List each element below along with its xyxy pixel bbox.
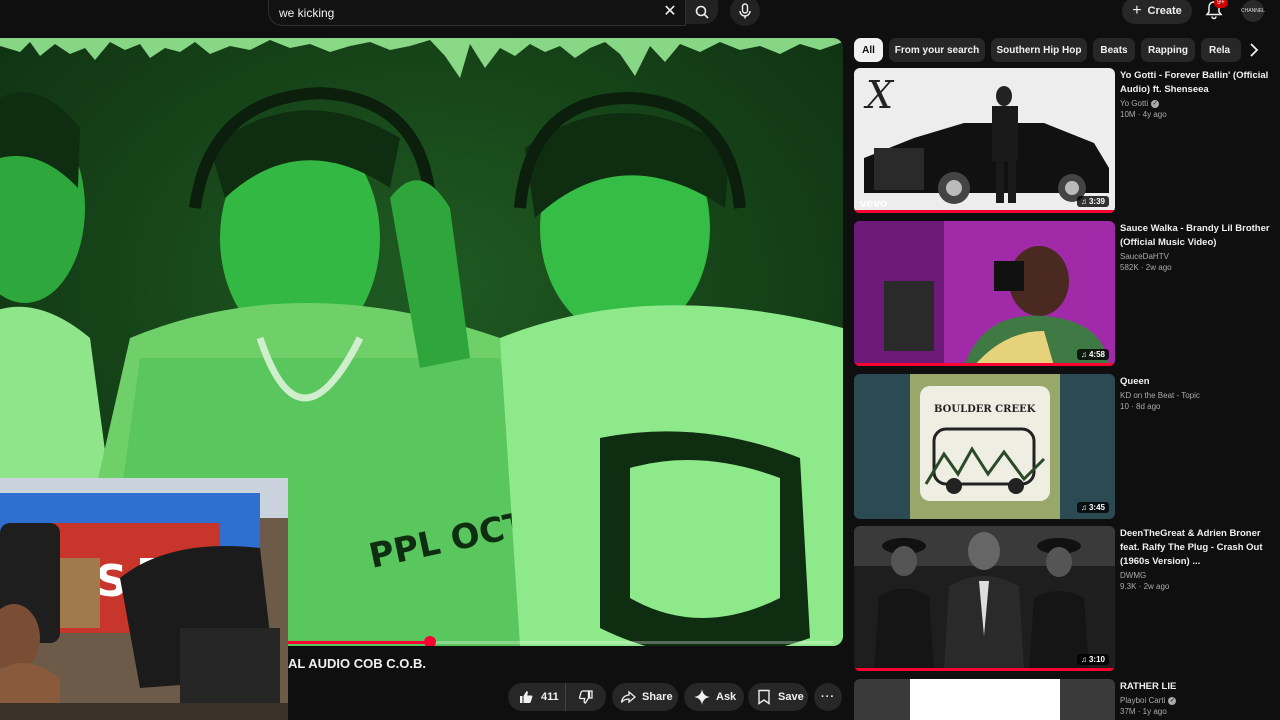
- recommendation-channel[interactable]: SauceDaHTV: [1120, 252, 1272, 261]
- search-icon: [695, 5, 709, 19]
- chevron-right-icon: [1250, 43, 1259, 57]
- search-button[interactable]: [686, 0, 718, 24]
- recommendation-thumbnail[interactable]: X vevo ♫ 3:39: [854, 68, 1115, 213]
- thumbnail-image: [854, 221, 1115, 366]
- save-button[interactable]: Save: [748, 683, 808, 711]
- more-icon: ···: [821, 691, 835, 703]
- thumbnail-image: [854, 526, 1115, 671]
- youtube-watch-page: we kicking ✕ + Create 9+ CHANNEL PPL OCT…: [0, 0, 1280, 720]
- playlist-icon: ♫: [1080, 655, 1087, 664]
- video-duration: ♫ 3:39: [1076, 196, 1109, 207]
- recommendation-meta: 9.3K · 2w ago: [1120, 582, 1170, 591]
- playlist-icon: ♫: [1080, 350, 1087, 359]
- save-label: Save: [778, 691, 804, 703]
- watched-progress-bar: [854, 210, 1115, 213]
- recommendation-thumbnail[interactable]: ♫ 4:58: [854, 221, 1115, 366]
- video-duration: ♫ 4:58: [1076, 349, 1109, 360]
- notification-badge: 9+: [1214, 0, 1228, 8]
- video-title: AL AUDIO COB C.O.B.: [288, 656, 426, 671]
- recommendation-channel[interactable]: DWMG: [1120, 571, 1272, 580]
- dislike-button[interactable]: [566, 683, 606, 711]
- recommendation-info[interactable]: Sauce Walka - Brandy Lil Brother (Offici…: [1120, 222, 1272, 272]
- chip-related[interactable]: Rela: [1201, 38, 1241, 62]
- recommendation-info[interactable]: Yo Gotti - Forever Ballin' (Official Aud…: [1120, 69, 1272, 119]
- thumbs-up-icon: [520, 691, 533, 703]
- video-duration: ♫ 3:45: [1076, 502, 1109, 513]
- recommendation-title[interactable]: Queen: [1120, 375, 1272, 389]
- search-query[interactable]: we kicking: [279, 6, 334, 20]
- webcam-feed: US: [0, 478, 288, 720]
- chip-beats[interactable]: Beats: [1093, 38, 1135, 62]
- like-dislike-group: 411: [508, 683, 606, 711]
- verified-badge-icon: ✓: [1168, 696, 1177, 705]
- playlist-icon: ♫: [1080, 503, 1087, 512]
- sparkle-icon: [694, 689, 710, 705]
- recommendation-meta: 582K · 2w ago: [1120, 263, 1172, 272]
- top-bar: we kicking ✕ + Create 9+ CHANNEL: [0, 0, 1280, 30]
- bookmark-icon: [758, 689, 770, 705]
- more-actions-button[interactable]: ···: [814, 683, 842, 711]
- share-label: Share: [642, 691, 673, 703]
- clear-search-icon[interactable]: ✕: [660, 2, 680, 22]
- avatar-text: CHANNEL: [1241, 7, 1265, 14]
- recommendation-thumbnail[interactable]: ♫ 3:10: [854, 526, 1115, 671]
- account-avatar[interactable]: CHANNEL: [1241, 0, 1265, 22]
- chips-scroll-right-button[interactable]: [1244, 40, 1264, 60]
- recommendation-channel[interactable]: Playboi Carti ✓: [1120, 696, 1272, 705]
- watched-progress-bar: [854, 363, 1115, 366]
- search-input[interactable]: we kicking: [268, 0, 686, 26]
- thumbnail-image: [854, 679, 1115, 720]
- vevo-logo: vevo: [860, 196, 888, 210]
- chip-southern-hip-hop[interactable]: Southern Hip Hop: [991, 38, 1087, 62]
- share-button[interactable]: Share: [612, 683, 678, 711]
- voice-search-button[interactable]: [730, 0, 760, 26]
- recommendation-channel[interactable]: KD on the Beat - Topic: [1120, 391, 1272, 400]
- recommendation-meta: 10M · 4y ago: [1120, 110, 1167, 119]
- ask-label: Ask: [716, 691, 737, 703]
- playlist-icon: ♫: [1080, 197, 1087, 206]
- create-button[interactable]: + Create: [1122, 0, 1192, 24]
- thumbnail-sign-text: BOULDER CREEK: [934, 404, 1036, 415]
- recommendation-thumbnail[interactable]: BOULDER CREEK ♫ 3:45: [854, 374, 1115, 519]
- video-progress-bar[interactable]: [288, 636, 833, 646]
- video-duration: ♫ 3:10: [1076, 654, 1109, 665]
- watched-progress-bar: [854, 668, 1115, 671]
- recommendation-thumbnail[interactable]: [854, 679, 1115, 720]
- thumbnail-image: X: [854, 68, 1115, 213]
- chip-all[interactable]: All: [854, 38, 883, 62]
- progress-scrubber[interactable]: [423, 636, 436, 646]
- streamer-webcam-overlay: US: [0, 478, 288, 720]
- like-count: 411: [541, 691, 559, 703]
- verified-badge-icon: ✓: [1151, 99, 1160, 108]
- recommendation-title[interactable]: Sauce Walka - Brandy Lil Brother (Offici…: [1120, 222, 1272, 250]
- ask-button[interactable]: Ask: [684, 683, 744, 711]
- recommendation-info[interactable]: DeenTheGreat & Adrien Broner feat. Ralfy…: [1120, 527, 1272, 591]
- like-button[interactable]: 411: [508, 683, 566, 711]
- recommendation-channel[interactable]: Yo Gotti ✓: [1120, 99, 1272, 108]
- recommendation-info[interactable]: Queen KD on the Beat - Topic 10 · 8d ago: [1120, 375, 1272, 411]
- recommendation-info[interactable]: RATHER LIE Playboi Carti ✓ 37M · 1y ago: [1120, 680, 1272, 716]
- chip-from-your-search[interactable]: From your search: [889, 38, 985, 62]
- progress-played: [288, 641, 430, 644]
- plus-icon: +: [1132, 2, 1142, 19]
- recommendation-title[interactable]: Yo Gotti - Forever Ballin' (Official Aud…: [1120, 69, 1272, 97]
- microphone-icon: [739, 3, 751, 19]
- thumbs-down-icon: [578, 690, 593, 704]
- share-icon: [620, 690, 636, 704]
- create-label: Create: [1147, 5, 1182, 17]
- thumbnail-image: [854, 374, 1115, 519]
- recommendation-meta: 10 · 8d ago: [1120, 402, 1161, 411]
- svg-text:X: X: [863, 73, 895, 117]
- chip-rapping[interactable]: Rapping: [1141, 38, 1195, 62]
- recommendation-meta: 37M · 1y ago: [1120, 707, 1167, 716]
- recommendation-title[interactable]: RATHER LIE: [1120, 680, 1272, 694]
- filter-chips-bar: All From your search Southern Hip Hop Be…: [854, 38, 1280, 62]
- recommendation-title[interactable]: DeenTheGreat & Adrien Broner feat. Ralfy…: [1120, 527, 1272, 569]
